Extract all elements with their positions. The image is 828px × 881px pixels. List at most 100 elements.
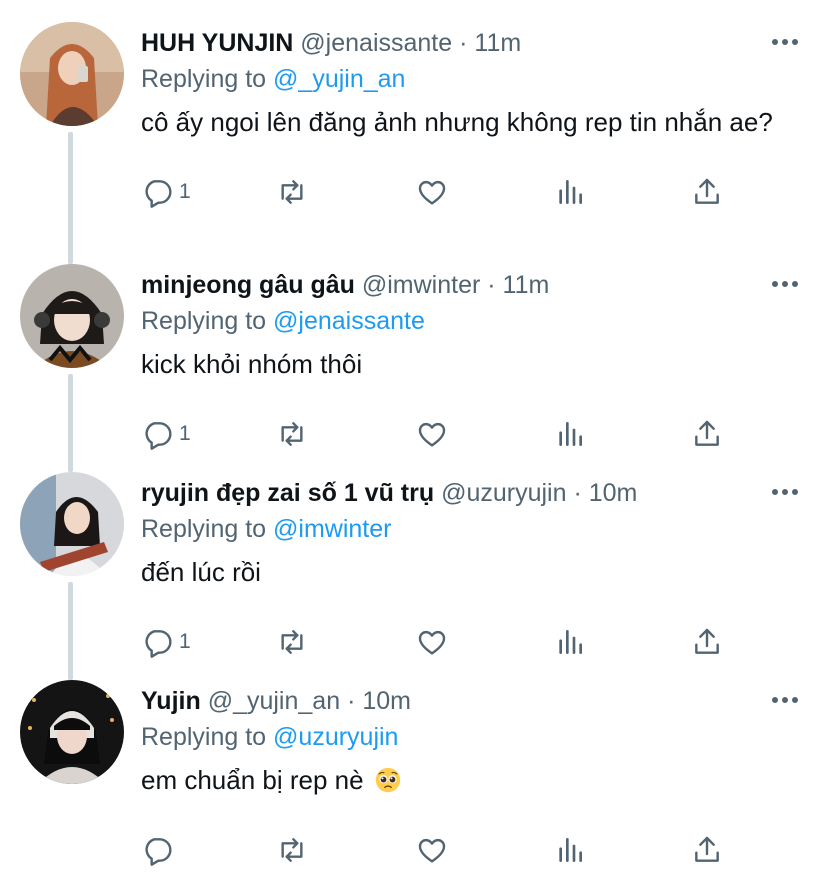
- analytics-button[interactable]: [554, 624, 586, 660]
- retweet-icon: [281, 180, 303, 204]
- reply-icon: [145, 630, 172, 658]
- user-handle[interactable]: @jenaissante: [300, 29, 452, 57]
- like-button[interactable]: [416, 416, 448, 452]
- display-name[interactable]: ryujin đẹp zai số 1 vũ trụ: [141, 479, 434, 507]
- pleading-face-emoji: [375, 767, 401, 793]
- analytics-button[interactable]: [554, 832, 586, 868]
- separator-dot: ·: [487, 271, 496, 299]
- tweet-actions: 1: [141, 624, 761, 660]
- tweet-header: minjeong gâu gâu @imwinter · 11m: [141, 268, 758, 302]
- tweet[interactable]: minjeong gâu gâu @imwinter · 11m Replyin…: [0, 242, 828, 450]
- replying-prefix: Replying to: [141, 307, 267, 335]
- mention-link[interactable]: @jenaissante: [273, 307, 425, 335]
- display-name[interactable]: minjeong gâu gâu: [141, 271, 355, 299]
- separator-dot: ·: [573, 479, 582, 507]
- avatar[interactable]: [20, 264, 124, 368]
- tweet-text: kick khỏi nhóm thôi: [141, 349, 363, 379]
- more-options-icon[interactable]: [772, 274, 798, 294]
- avatar[interactable]: [20, 472, 124, 576]
- more-options-icon[interactable]: [772, 482, 798, 502]
- tweet-text-content: em chuẩn bị rep nè: [141, 765, 364, 795]
- tweet-actions: [141, 832, 761, 868]
- analytics-icon: [559, 180, 582, 204]
- timestamp[interactable]: 10m: [589, 479, 638, 507]
- share-button[interactable]: [691, 832, 723, 868]
- replying-prefix: Replying to: [141, 723, 267, 751]
- retweet-button[interactable]: [276, 624, 308, 660]
- replying-prefix: Replying to: [141, 515, 267, 543]
- retweet-button[interactable]: [276, 416, 308, 452]
- tweet[interactable]: Yujin @_yujin_an · 10m Replying to @uzur…: [0, 658, 828, 866]
- tweet-actions: 1: [141, 416, 761, 452]
- user-handle[interactable]: @imwinter: [362, 271, 480, 299]
- share-icon: [695, 836, 719, 862]
- replying-to: Replying to @_yujin_an: [141, 62, 405, 96]
- like-button[interactable]: [416, 832, 448, 868]
- retweet-icon: [281, 630, 303, 654]
- replying-to: Replying to @uzuryujin: [141, 720, 398, 754]
- replying-to: Replying to @jenaissante: [141, 304, 425, 338]
- separator-dot: ·: [459, 29, 468, 57]
- more-options-icon[interactable]: [772, 32, 798, 52]
- reply-icon: [145, 838, 172, 866]
- share-icon: [695, 178, 719, 204]
- retweet-button[interactable]: [276, 174, 308, 210]
- tweet-actions: 1: [141, 174, 761, 210]
- retweet-icon: [281, 838, 303, 862]
- user-handle[interactable]: @uzuryujin: [441, 479, 566, 507]
- share-icon: [695, 420, 719, 446]
- mention-link[interactable]: @uzuryujin: [273, 723, 398, 751]
- share-button[interactable]: [691, 174, 723, 210]
- analytics-icon: [559, 630, 582, 654]
- timestamp[interactable]: 11m: [503, 271, 550, 299]
- avatar-photo: [20, 264, 124, 368]
- reply-icon: [145, 422, 172, 450]
- analytics-button[interactable]: [554, 416, 586, 452]
- display-name[interactable]: Yujin: [141, 687, 201, 715]
- tweet[interactable]: HUH YUNJIN @jenaissante · 11m Replying t…: [0, 0, 828, 208]
- replying-to: Replying to @imwinter: [141, 512, 391, 546]
- retweet-button[interactable]: [276, 832, 308, 868]
- separator-dot: ·: [347, 687, 356, 715]
- tweet-text: đến lúc rồi: [141, 557, 261, 587]
- tweet-text: em chuẩn bị rep nè: [141, 762, 811, 798]
- like-icon: [418, 838, 446, 863]
- tweet-text: cô ấy ngoi lên đăng ảnh nhưng không rep …: [141, 107, 773, 137]
- timestamp[interactable]: 11m: [474, 29, 521, 57]
- avatar[interactable]: [20, 680, 124, 784]
- more-options-icon[interactable]: [772, 690, 798, 710]
- like-icon: [418, 422, 446, 447]
- share-icon: [695, 628, 719, 654]
- analytics-icon: [559, 838, 582, 862]
- reply-count: 1: [179, 630, 191, 653]
- avatar-photo: [20, 22, 124, 126]
- tweet-header: Yujin @_yujin_an · 10m: [141, 684, 758, 718]
- reply-count: 1: [179, 422, 191, 445]
- display-name[interactable]: HUH YUNJIN: [141, 29, 293, 57]
- like-icon: [418, 180, 446, 205]
- reply-button[interactable]: 1: [141, 416, 191, 452]
- analytics-button[interactable]: [554, 174, 586, 210]
- replying-prefix: Replying to: [141, 65, 267, 93]
- timestamp[interactable]: 10m: [362, 687, 411, 715]
- tweet-header: HUH YUNJIN @jenaissante · 11m: [141, 26, 758, 60]
- analytics-icon: [559, 422, 582, 446]
- reply-icon: [145, 180, 172, 208]
- avatar-photo: [20, 472, 124, 576]
- like-button[interactable]: [416, 174, 448, 210]
- tweet[interactable]: ryujin đẹp zai số 1 vũ trụ @uzuryujin · …: [0, 450, 828, 658]
- user-handle[interactable]: @_yujin_an: [208, 687, 340, 715]
- mention-link[interactable]: @_yujin_an: [273, 65, 405, 93]
- tweet-header: ryujin đẹp zai số 1 vũ trụ @uzuryujin · …: [141, 476, 758, 510]
- like-icon: [418, 630, 446, 655]
- share-button[interactable]: [691, 624, 723, 660]
- reply-button[interactable]: [141, 832, 179, 868]
- retweet-icon: [281, 422, 303, 446]
- reply-button[interactable]: 1: [141, 624, 191, 660]
- reply-button[interactable]: 1: [141, 174, 191, 210]
- share-button[interactable]: [691, 416, 723, 452]
- mention-link[interactable]: @imwinter: [273, 515, 391, 543]
- like-button[interactable]: [416, 624, 448, 660]
- avatar-photo: [20, 680, 124, 784]
- avatar[interactable]: [20, 22, 124, 126]
